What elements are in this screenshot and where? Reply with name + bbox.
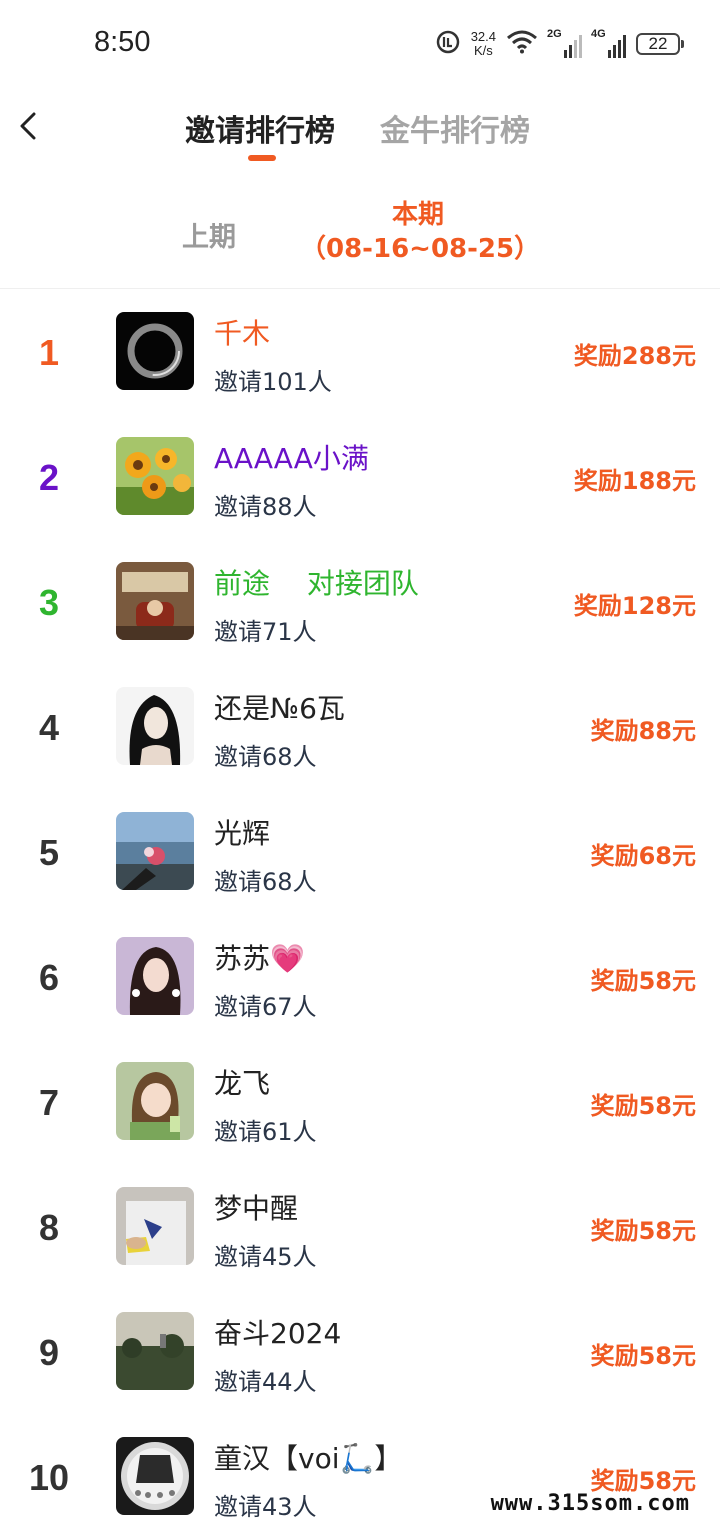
avatar	[116, 1312, 194, 1390]
period-current-range: （08-16~08-25）	[300, 234, 541, 264]
reward-amount: 奖励288元	[573, 342, 696, 370]
period-current-title: 本期	[391, 200, 444, 230]
leaderboard-row[interactable]: 10 童汉【voi🛴】 邀请43人 奖励58元	[0, 1415, 720, 1540]
user-name: 龙飞	[214, 1067, 271, 1100]
avatar	[116, 312, 194, 390]
reward-amount: 奖励58元	[590, 1217, 696, 1245]
invite-count: 邀请67人	[214, 993, 317, 1021]
signal-4g-label: 4G	[591, 27, 606, 40]
avatar	[116, 937, 194, 1015]
status-bar: 8:50 32.4 K/s 2G 4G 22	[0, 0, 720, 88]
battery-icon: 22	[636, 33, 684, 55]
net-speed-unit: K/s	[473, 43, 493, 58]
avatar	[116, 562, 194, 640]
rank-number: 6	[38, 957, 60, 998]
header-divider	[0, 288, 720, 289]
reward-amount: 奖励88元	[590, 717, 696, 745]
invite-count: 邀请45人	[214, 1243, 317, 1271]
reward-amount: 奖励128元	[573, 592, 696, 620]
user-name: 梦中醒	[214, 1192, 299, 1225]
avatar	[116, 812, 194, 890]
status-time: 8:50	[94, 26, 151, 58]
signal-2g-icon: 2G	[547, 27, 582, 58]
rank-number: 9	[38, 1332, 60, 1373]
period-current-tab[interactable]: 本期 （08-16~08-25）	[300, 198, 541, 266]
avatar	[116, 1062, 194, 1140]
user-name: 童汉【voi🛴】	[214, 1442, 403, 1475]
reward-amount: 奖励58元	[590, 1342, 696, 1370]
leaderboard-row[interactable]: 5 光辉 邀请68人 奖励68元	[0, 790, 720, 915]
signal-4g-icon: 4G	[591, 27, 626, 58]
leaderboard-row[interactable]: 6 苏苏💗 邀请67人 奖励58元	[0, 915, 720, 1040]
invite-count: 邀请44人	[214, 1368, 317, 1396]
wifi-icon	[506, 30, 538, 58]
invite-count: 邀请43人	[214, 1493, 317, 1521]
rank-number: 10	[28, 1457, 70, 1498]
avatar	[116, 1437, 194, 1515]
reward-amount: 奖励68元	[590, 842, 696, 870]
reward-amount: 奖励188元	[573, 467, 696, 495]
signal-2g-label: 2G	[547, 27, 562, 40]
leaderboard-row[interactable]: 1 千木 邀请101人 奖励288元	[0, 290, 720, 415]
leaderboard-row[interactable]: 9 奋斗2024 邀请44人 奖励58元	[0, 1290, 720, 1415]
user-name: 还是№6瓦	[214, 692, 345, 725]
active-tab-indicator	[248, 155, 276, 161]
user-name: 苏苏💗	[214, 942, 305, 975]
period-previous-tab[interactable]: 上期	[182, 215, 236, 254]
user-name: AAAAA小满	[214, 442, 369, 475]
user-name: 光辉	[214, 817, 271, 850]
user-name: 奋斗2024	[214, 1317, 342, 1350]
user-name: 前途 对接团队	[214, 567, 419, 600]
avatar	[116, 1187, 194, 1265]
watermark: www.315som.com	[490, 1491, 690, 1516]
reward-amount: 奖励58元	[590, 1092, 696, 1120]
rank-number: 5	[38, 832, 60, 873]
leaderboard-row[interactable]: 7 龙飞 邀请61人 奖励58元	[0, 1040, 720, 1165]
invite-count: 邀请68人	[214, 743, 317, 771]
reward-amount: 奖励58元	[590, 967, 696, 995]
tab-golden-bull-ranking[interactable]: 金牛排行榜	[380, 106, 530, 150]
invite-count: 邀请61人	[214, 1118, 317, 1146]
leaderboard-row[interactable]: 3 前途 对接团队 邀请71人 奖励128元	[0, 540, 720, 665]
invite-count: 邀请101人	[214, 368, 332, 396]
leaderboard-row[interactable]: 4 还是№6瓦 邀请68人 奖励88元	[0, 665, 720, 790]
rank-number: 8	[38, 1207, 60, 1248]
leaderboard-list: 1 千木 邀请101人 奖励288元 2 AAAAA小满 邀请88人 奖励188…	[0, 290, 720, 1540]
data-saver-icon	[435, 29, 461, 59]
rank-number: 3	[38, 582, 60, 623]
chevron-left-icon	[20, 112, 36, 140]
net-speed: 32.4 K/s	[471, 30, 496, 58]
rank-number: 1	[38, 332, 60, 373]
rank-number: 2	[38, 457, 60, 498]
leaderboard-row[interactable]: 2 AAAAA小满 邀请88人 奖励188元	[0, 415, 720, 540]
leaderboard-row[interactable]: 8 梦中醒 邀请45人 奖励58元	[0, 1165, 720, 1290]
invite-count: 邀请68人	[214, 868, 317, 896]
rank-number: 7	[38, 1082, 60, 1123]
status-icons: 32.4 K/s 2G 4G 22	[435, 26, 684, 62]
avatar	[116, 687, 194, 765]
tab-invite-ranking[interactable]: 邀请排行榜	[185, 106, 335, 150]
user-name: 千木	[214, 317, 271, 350]
back-button[interactable]	[10, 104, 50, 148]
net-speed-value: 32.4	[470, 29, 496, 44]
invite-count: 邀请71人	[214, 618, 317, 646]
invite-count: 邀请88人	[214, 493, 317, 521]
avatar	[116, 437, 194, 515]
rank-number: 4	[38, 707, 60, 748]
